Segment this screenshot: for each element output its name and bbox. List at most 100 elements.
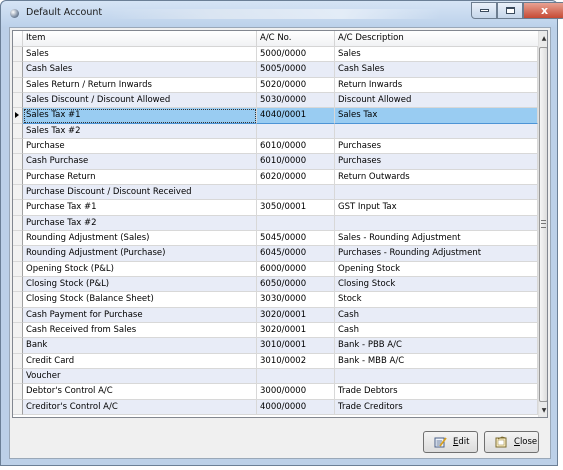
cell-acno[interactable]: 4040/0001 xyxy=(257,108,335,124)
row-indicator[interactable] xyxy=(13,215,23,231)
cell-description[interactable]: Bank - PBB A/C xyxy=(335,338,538,354)
cell-item[interactable]: Voucher xyxy=(23,368,257,385)
cell-item[interactable]: Purchase xyxy=(23,138,257,155)
cell-acno[interactable] xyxy=(257,123,335,139)
table-row[interactable]: Cash Purchase 6010/0000 Purchases xyxy=(13,154,538,170)
cell-acno[interactable]: 3020/0001 xyxy=(257,322,335,339)
table-row[interactable]: Sales Tax #1 4040/0001 Sales Tax xyxy=(13,108,538,124)
cell-acno[interactable]: 6020/0000 xyxy=(257,169,335,185)
row-indicator[interactable] xyxy=(13,123,23,139)
cell-item[interactable]: Cash Purchase xyxy=(23,154,257,170)
row-indicator[interactable] xyxy=(13,169,23,185)
row-indicator[interactable] xyxy=(13,338,23,354)
cell-item[interactable]: Sales Tax #2 xyxy=(23,123,257,139)
cell-description[interactable] xyxy=(335,123,538,139)
cell-acno[interactable]: 6010/0000 xyxy=(257,138,335,155)
cell-acno[interactable]: 6010/0000 xyxy=(257,154,335,170)
row-indicator[interactable] xyxy=(13,322,23,339)
cell-description[interactable]: Return Outwards xyxy=(335,169,538,185)
cell-description[interactable] xyxy=(335,184,538,201)
cell-acno[interactable]: 5000/0000 xyxy=(257,47,335,63)
cell-item[interactable]: Purchase Return xyxy=(23,169,257,185)
cell-description[interactable]: Cash xyxy=(335,307,538,323)
cell-acno[interactable]: 3050/0001 xyxy=(257,200,335,216)
table-row[interactable]: Cash Sales 5005/0000 Cash Sales xyxy=(13,62,538,78)
table-row[interactable]: Sales Return / Return Inwards 5020/0000 Re… xyxy=(13,77,538,93)
table-row[interactable]: Opening Stock (P&L) 6000/0000 Opening Stoc… xyxy=(13,261,538,277)
row-indicator[interactable] xyxy=(13,353,23,369)
edit-button[interactable]: Edit xyxy=(423,431,478,453)
table-row[interactable]: Closing Stock (P&L) 6050/0000 Closing Stoc… xyxy=(13,276,538,293)
row-indicator[interactable] xyxy=(13,276,23,293)
cell-description[interactable]: Cash Sales xyxy=(335,62,538,78)
cell-item[interactable]: Closing Stock (P&L) xyxy=(23,276,257,293)
cell-description[interactable]: Opening Stock xyxy=(335,261,538,277)
row-indicator[interactable] xyxy=(13,108,23,124)
minimize-button[interactable] xyxy=(471,2,497,19)
cell-acno[interactable]: 3010/0002 xyxy=(257,353,335,369)
cell-description[interactable]: Purchases xyxy=(335,154,538,170)
table-row[interactable]: Rounding Adjustment (Purchase) 6045/0000 P… xyxy=(13,246,538,262)
cell-description[interactable]: Discount Allowed xyxy=(335,92,538,109)
cell-acno[interactable]: 3000/0000 xyxy=(257,384,335,400)
row-indicator[interactable] xyxy=(13,138,23,155)
table-row[interactable]: Credit Card 3010/0002 Bank - MBB A/C xyxy=(13,353,538,369)
table-row[interactable]: Purchase Discount / Discount Received xyxy=(13,184,538,201)
cell-item[interactable]: Opening Stock (P&L) xyxy=(23,261,257,277)
close-button[interactable]: Close xyxy=(484,431,539,453)
close-window-button[interactable]: x xyxy=(523,2,563,19)
cell-item[interactable]: Rounding Adjustment (Purchase) xyxy=(23,246,257,262)
cell-description[interactable]: Return Inwards xyxy=(335,77,538,93)
cell-item[interactable]: Rounding Adjustment (Sales) xyxy=(23,230,257,247)
column-header-description[interactable]: A/C Description xyxy=(335,31,538,46)
table-row[interactable]: Closing Stock (Balance Sheet) 3030/0000 St… xyxy=(13,292,538,308)
row-indicator[interactable] xyxy=(13,292,23,308)
table-row[interactable]: Creditor's Control A/C 4000/0000 Trade Cre… xyxy=(13,399,538,415)
cell-description[interactable]: Purchases xyxy=(335,138,538,155)
cell-description[interactable] xyxy=(335,215,538,231)
table-row[interactable]: Purchase Tax #1 3050/0001 GST Input Tax xyxy=(13,200,538,216)
cell-item[interactable]: Creditor's Control A/C xyxy=(23,399,257,415)
cell-acno[interactable]: 3020/0001 xyxy=(257,307,335,323)
row-indicator[interactable] xyxy=(13,47,23,63)
cell-item[interactable]: Sales Return / Return Inwards xyxy=(23,77,257,93)
cell-acno[interactable]: 3010/0001 xyxy=(257,338,335,354)
row-indicator[interactable] xyxy=(13,399,23,415)
table-row[interactable]: Purchase Tax #2 xyxy=(13,215,538,231)
cell-description[interactable]: Trade Debtors xyxy=(335,384,538,400)
column-header-item[interactable]: Item xyxy=(23,31,257,46)
cell-item[interactable]: Debtor's Control A/C xyxy=(23,384,257,400)
cell-item[interactable]: Cash Payment for Purchase xyxy=(23,307,257,323)
row-indicator[interactable] xyxy=(13,200,23,216)
table-row[interactable]: Sales 5000/0000 Sales xyxy=(13,47,538,63)
cell-description[interactable]: Trade Creditors xyxy=(335,399,538,415)
cell-acno[interactable]: 4000/0000 xyxy=(257,399,335,415)
row-indicator[interactable] xyxy=(13,92,23,109)
row-indicator[interactable] xyxy=(13,184,23,201)
table-row[interactable]: Cash Payment for Purchase 3020/0001 Cash xyxy=(13,307,538,323)
cell-item[interactable]: Purchase Discount / Discount Received xyxy=(23,184,257,201)
cell-description[interactable]: Cash xyxy=(335,322,538,339)
cell-acno[interactable]: 6050/0000 xyxy=(257,276,335,293)
cell-item[interactable]: Sales xyxy=(23,47,257,63)
account-grid[interactable]: Item A/C No. A/C Description Sales 5000/0… xyxy=(12,30,548,418)
cell-item[interactable]: Cash Received from Sales xyxy=(23,322,257,339)
cell-acno[interactable]: 6045/0000 xyxy=(257,246,335,262)
table-row[interactable]: Sales Tax #2 xyxy=(13,123,538,139)
table-row[interactable]: Purchase 6010/0000 Purchases xyxy=(13,138,538,155)
cell-description[interactable]: Closing Stock xyxy=(335,276,538,293)
cell-description[interactable]: Sales xyxy=(335,47,538,63)
cell-acno[interactable] xyxy=(257,368,335,385)
row-indicator[interactable] xyxy=(13,368,23,385)
row-indicator[interactable] xyxy=(13,62,23,78)
row-indicator[interactable] xyxy=(13,261,23,277)
cell-description[interactable]: Sales Tax xyxy=(335,108,538,124)
scrollbar-thumb[interactable] xyxy=(539,47,547,402)
table-row[interactable]: Voucher xyxy=(13,368,538,385)
cell-description[interactable]: Purchases - Rounding Adjustment xyxy=(335,246,538,262)
cell-description[interactable]: Bank - MBB A/C xyxy=(335,353,538,369)
table-row[interactable]: Purchase Return 6020/0000 Return Outwards xyxy=(13,169,538,185)
table-row[interactable]: Debtor's Control A/C 3000/0000 Trade Debto… xyxy=(13,384,538,400)
cell-item[interactable]: Bank xyxy=(23,338,257,354)
table-row[interactable]: Sales Discount / Discount Allowed 5030/00… xyxy=(13,92,538,109)
